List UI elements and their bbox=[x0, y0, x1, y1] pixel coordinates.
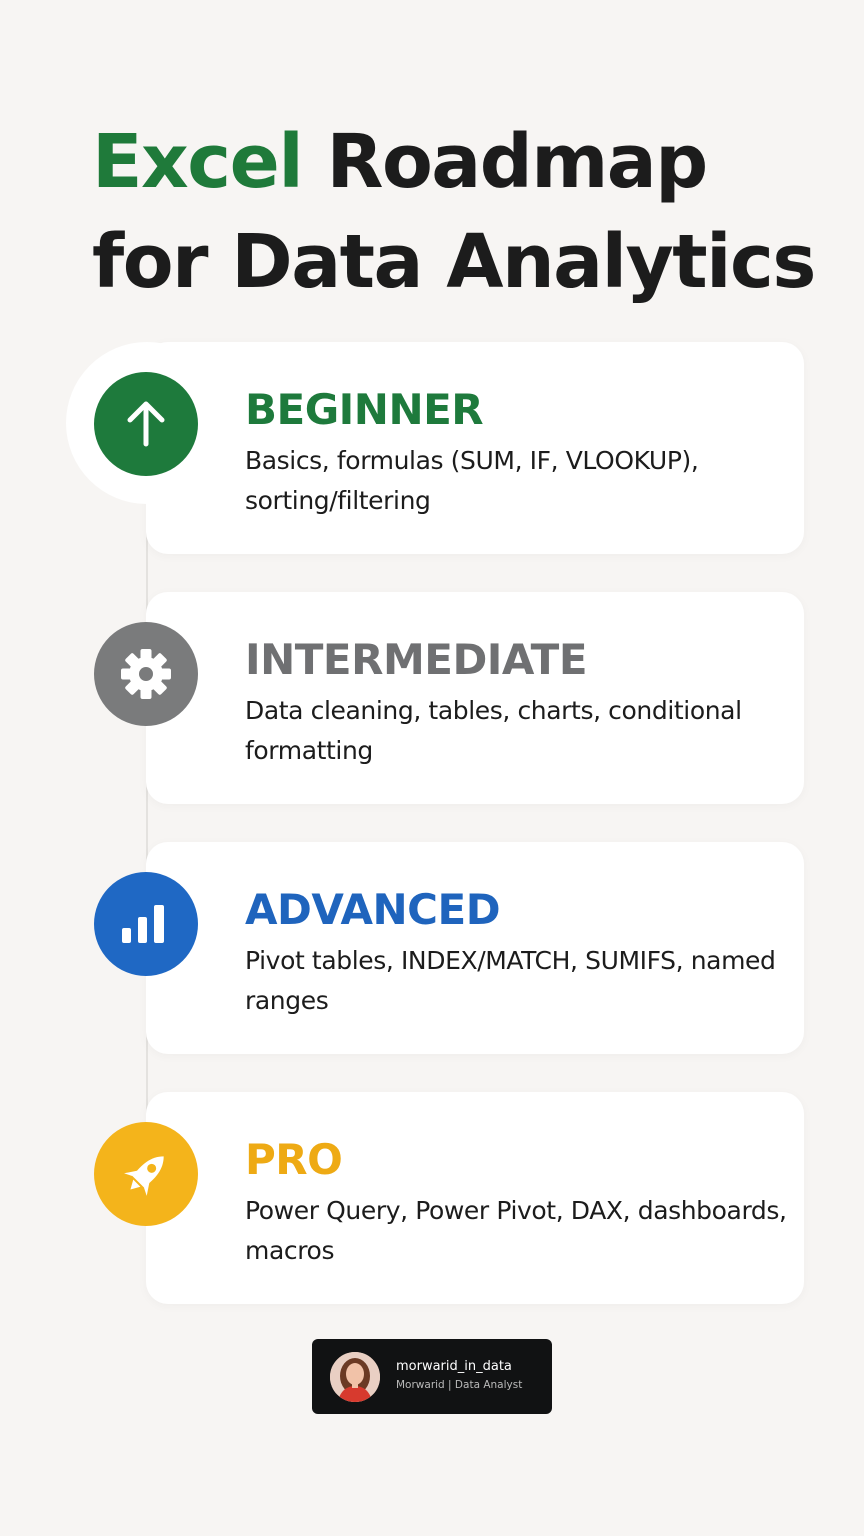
bar-chart-icon bbox=[122, 905, 164, 943]
gear-icon bbox=[121, 649, 171, 699]
beginner-badge bbox=[94, 372, 198, 476]
pro-description: Power Query, Power Pivot, DAX, dashboard… bbox=[245, 1196, 787, 1265]
intermediate-title: INTERMEDIATE bbox=[245, 635, 588, 684]
advanced-badge bbox=[94, 872, 198, 976]
pro-title: PRO bbox=[245, 1135, 343, 1184]
beginner-title: BEGINNER bbox=[245, 385, 484, 434]
arrow-up-icon bbox=[127, 401, 165, 447]
page-title: Excel Roadmap for Data Analytics bbox=[92, 112, 832, 312]
title-line-2: for Data Analytics bbox=[92, 219, 816, 305]
title-line-1-rest: Roadmap bbox=[302, 119, 708, 205]
intermediate-badge bbox=[94, 622, 198, 726]
title-accent-word: Excel bbox=[92, 119, 304, 205]
creator-handle: morwarid_in_data bbox=[396, 1359, 512, 1374]
creator-credit[interactable]: morwarid_in_data Morwarid | Data Analyst bbox=[312, 1339, 552, 1414]
advanced-description: Pivot tables, INDEX/MATCH, SUMIFS, named… bbox=[245, 946, 776, 1015]
timeline-connector bbox=[146, 480, 148, 1180]
rocket-icon bbox=[124, 1156, 164, 1196]
creator-subtitle: Morwarid | Data Analyst bbox=[396, 1379, 523, 1391]
pro-badge bbox=[94, 1122, 198, 1226]
avatar bbox=[330, 1352, 380, 1402]
beginner-description: Basics, formulas (SUM, IF, VLOOKUP), sor… bbox=[245, 446, 699, 515]
intermediate-description: Data cleaning, tables, charts, condition… bbox=[245, 696, 742, 765]
advanced-title: ADVANCED bbox=[245, 885, 501, 934]
